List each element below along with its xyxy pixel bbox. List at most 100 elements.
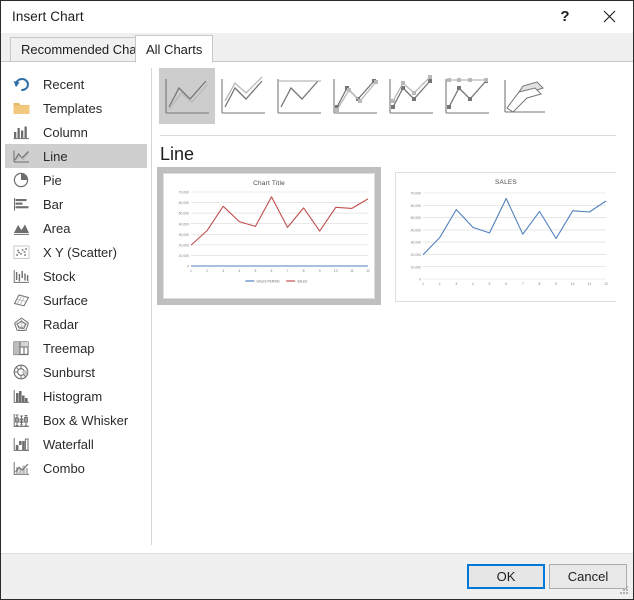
sidebar-item-label: Treemap [43,340,95,356]
chart-preview-secondary[interactable]: SALES 0 10,000 20,000 30,000 40,000 50,000 60,… [395,172,617,302]
sidebar-item-label: Radar [43,316,79,332]
sidebar-item-label: Surface [43,292,88,308]
box-whisker-icon [11,411,31,429]
svg-text:12: 12 [366,269,370,273]
sidebar-item-label: Stock [43,268,76,284]
ok-button-label: OK [496,569,516,584]
sidebar-item-sunburst[interactable]: Sunburst [5,360,147,384]
title-bar: Insert Chart ? [1,1,633,33]
svg-text:7: 7 [522,282,524,286]
scatter-chart-icon [11,243,31,261]
svg-text:0: 0 [419,278,421,282]
subtype-separator [160,135,624,136]
gallery-scrollbar[interactable] [616,64,631,551]
svg-text:10: 10 [334,269,338,273]
svg-text:50,000: 50,000 [411,216,421,220]
sidebar-item-line[interactable]: Line [5,144,147,168]
svg-text:10: 10 [571,282,575,286]
svg-text:70,000: 70,000 [411,192,421,196]
svg-text:60,000: 60,000 [179,201,189,205]
sidebar-item-column[interactable]: Column [5,120,147,144]
dialog-footer: OK Cancel [1,553,633,599]
chart-subtype-strip[interactable] [159,68,599,130]
chart-subtype-100-percent-stacked-line-with-markers[interactable] [439,68,495,124]
templates-icon [11,99,31,117]
dialog-title: Insert Chart [12,9,84,24]
cancel-button[interactable]: Cancel [549,564,627,589]
combo-chart-icon [11,459,31,477]
close-icon[interactable] [587,1,631,32]
svg-text:20,000: 20,000 [411,253,421,257]
sidebar-item-label: Combo [43,460,85,476]
radar-chart-icon [11,315,31,333]
waterfall-chart-icon [11,435,31,453]
chart-subtype-100-percent-stacked-line[interactable] [271,68,327,124]
sidebar-item-surface[interactable]: Surface [5,288,147,312]
sidebar-item-box-whisker[interactable]: Box & Whisker [5,408,147,432]
sidebar-item-area[interactable]: Area [5,216,147,240]
insert-chart-dialog: Insert Chart ? Recommended Charts All Ch… [0,0,634,600]
help-icon[interactable]: ? [543,1,587,32]
sidebar-item-label: Box & Whisker [43,412,129,428]
svg-text:1: 1 [422,282,424,286]
chart-type-sidebar[interactable]: Recent Templates Column Line Pie Bar Area X Y (… [1,62,151,553]
svg-text:5: 5 [254,269,256,273]
sidebar-item-histogram[interactable]: Histogram [5,384,147,408]
recent-icon [11,75,31,93]
svg-text:4: 4 [238,269,240,273]
sidebar-item-templates[interactable]: Templates [5,96,147,120]
dialog-body: Recent Templates Column Line Pie Bar Area X Y (… [1,61,633,553]
bar-chart-icon [11,195,31,213]
svg-text:9: 9 [555,282,557,286]
svg-text:2: 2 [206,269,208,273]
chart-subtype-line-with-markers[interactable] [327,68,383,124]
svg-text:6: 6 [505,282,507,286]
area-chart-icon [11,219,31,237]
histogram-chart-icon [11,387,31,405]
resize-grip[interactable] [618,584,630,596]
svg-text:40,000: 40,000 [179,222,189,226]
sidebar-item-treemap[interactable]: Treemap [5,336,147,360]
svg-text:9: 9 [319,269,321,273]
svg-text:11: 11 [350,269,354,273]
sidebar-item-recent[interactable]: Recent [5,72,147,96]
sidebar-item-stock[interactable]: Stock [5,264,147,288]
sidebar-item-label: Pie [43,172,62,188]
sidebar-item-x-y-scatter[interactable]: X Y (Scatter) [5,240,147,264]
chart-subtype-3-d-line[interactable] [495,68,551,124]
tab-all-charts-label: All Charts [146,41,203,57]
sidebar-item-combo[interactable]: Combo [5,456,147,480]
sidebar-item-label: Line [43,148,68,164]
svg-text:30,000: 30,000 [179,233,189,237]
surface-chart-icon [11,291,31,309]
chart-preview-primary-plot: 0 10,000 20,000 30,000 40,000 50,000 60,000 70,… [179,191,370,284]
svg-text:0: 0 [187,265,189,269]
tab-all-charts[interactable]: All Charts [135,35,214,63]
chart-preview-primary[interactable]: Chart Title 0 10,000 20,000 30,000 40,000 50,… [157,167,381,305]
sidebar-item-pie[interactable]: Pie [5,168,147,192]
svg-text:3: 3 [222,269,224,273]
svg-text:1: 1 [190,269,192,273]
chart-preview-secondary-plot: 0 10,000 20,000 30,000 40,000 50,000 60,000 70,… [411,192,608,286]
cancel-button-label: Cancel [567,569,609,584]
svg-text:3: 3 [455,282,457,286]
line-chart-icon [11,147,31,165]
sidebar-item-label: Bar [43,196,64,212]
sidebar-item-radar[interactable]: Radar [5,312,147,336]
tab-strip: Recommended Charts All Charts [1,33,633,63]
svg-text:10,000: 10,000 [411,265,421,269]
pie-chart-icon [11,171,31,189]
tab-recommended-charts-label: Recommended Charts [21,42,152,57]
chart-subtype-stacked-line-with-markers[interactable] [383,68,439,124]
ok-button[interactable]: OK [467,564,545,589]
sidebar-item-waterfall[interactable]: Waterfall [5,432,147,456]
sidebar-item-label: Waterfall [43,436,94,452]
chart-subtype-stacked-line[interactable] [215,68,271,124]
sidebar-item-bar[interactable]: Bar [5,192,147,216]
sidebar-item-label: Sunburst [43,364,96,380]
sidebar-item-label: Histogram [43,388,103,404]
chart-subtype-line[interactable] [159,68,215,124]
svg-text:5: 5 [489,282,491,286]
svg-text:20,000: 20,000 [179,244,189,248]
sidebar-item-label: Area [43,220,71,236]
